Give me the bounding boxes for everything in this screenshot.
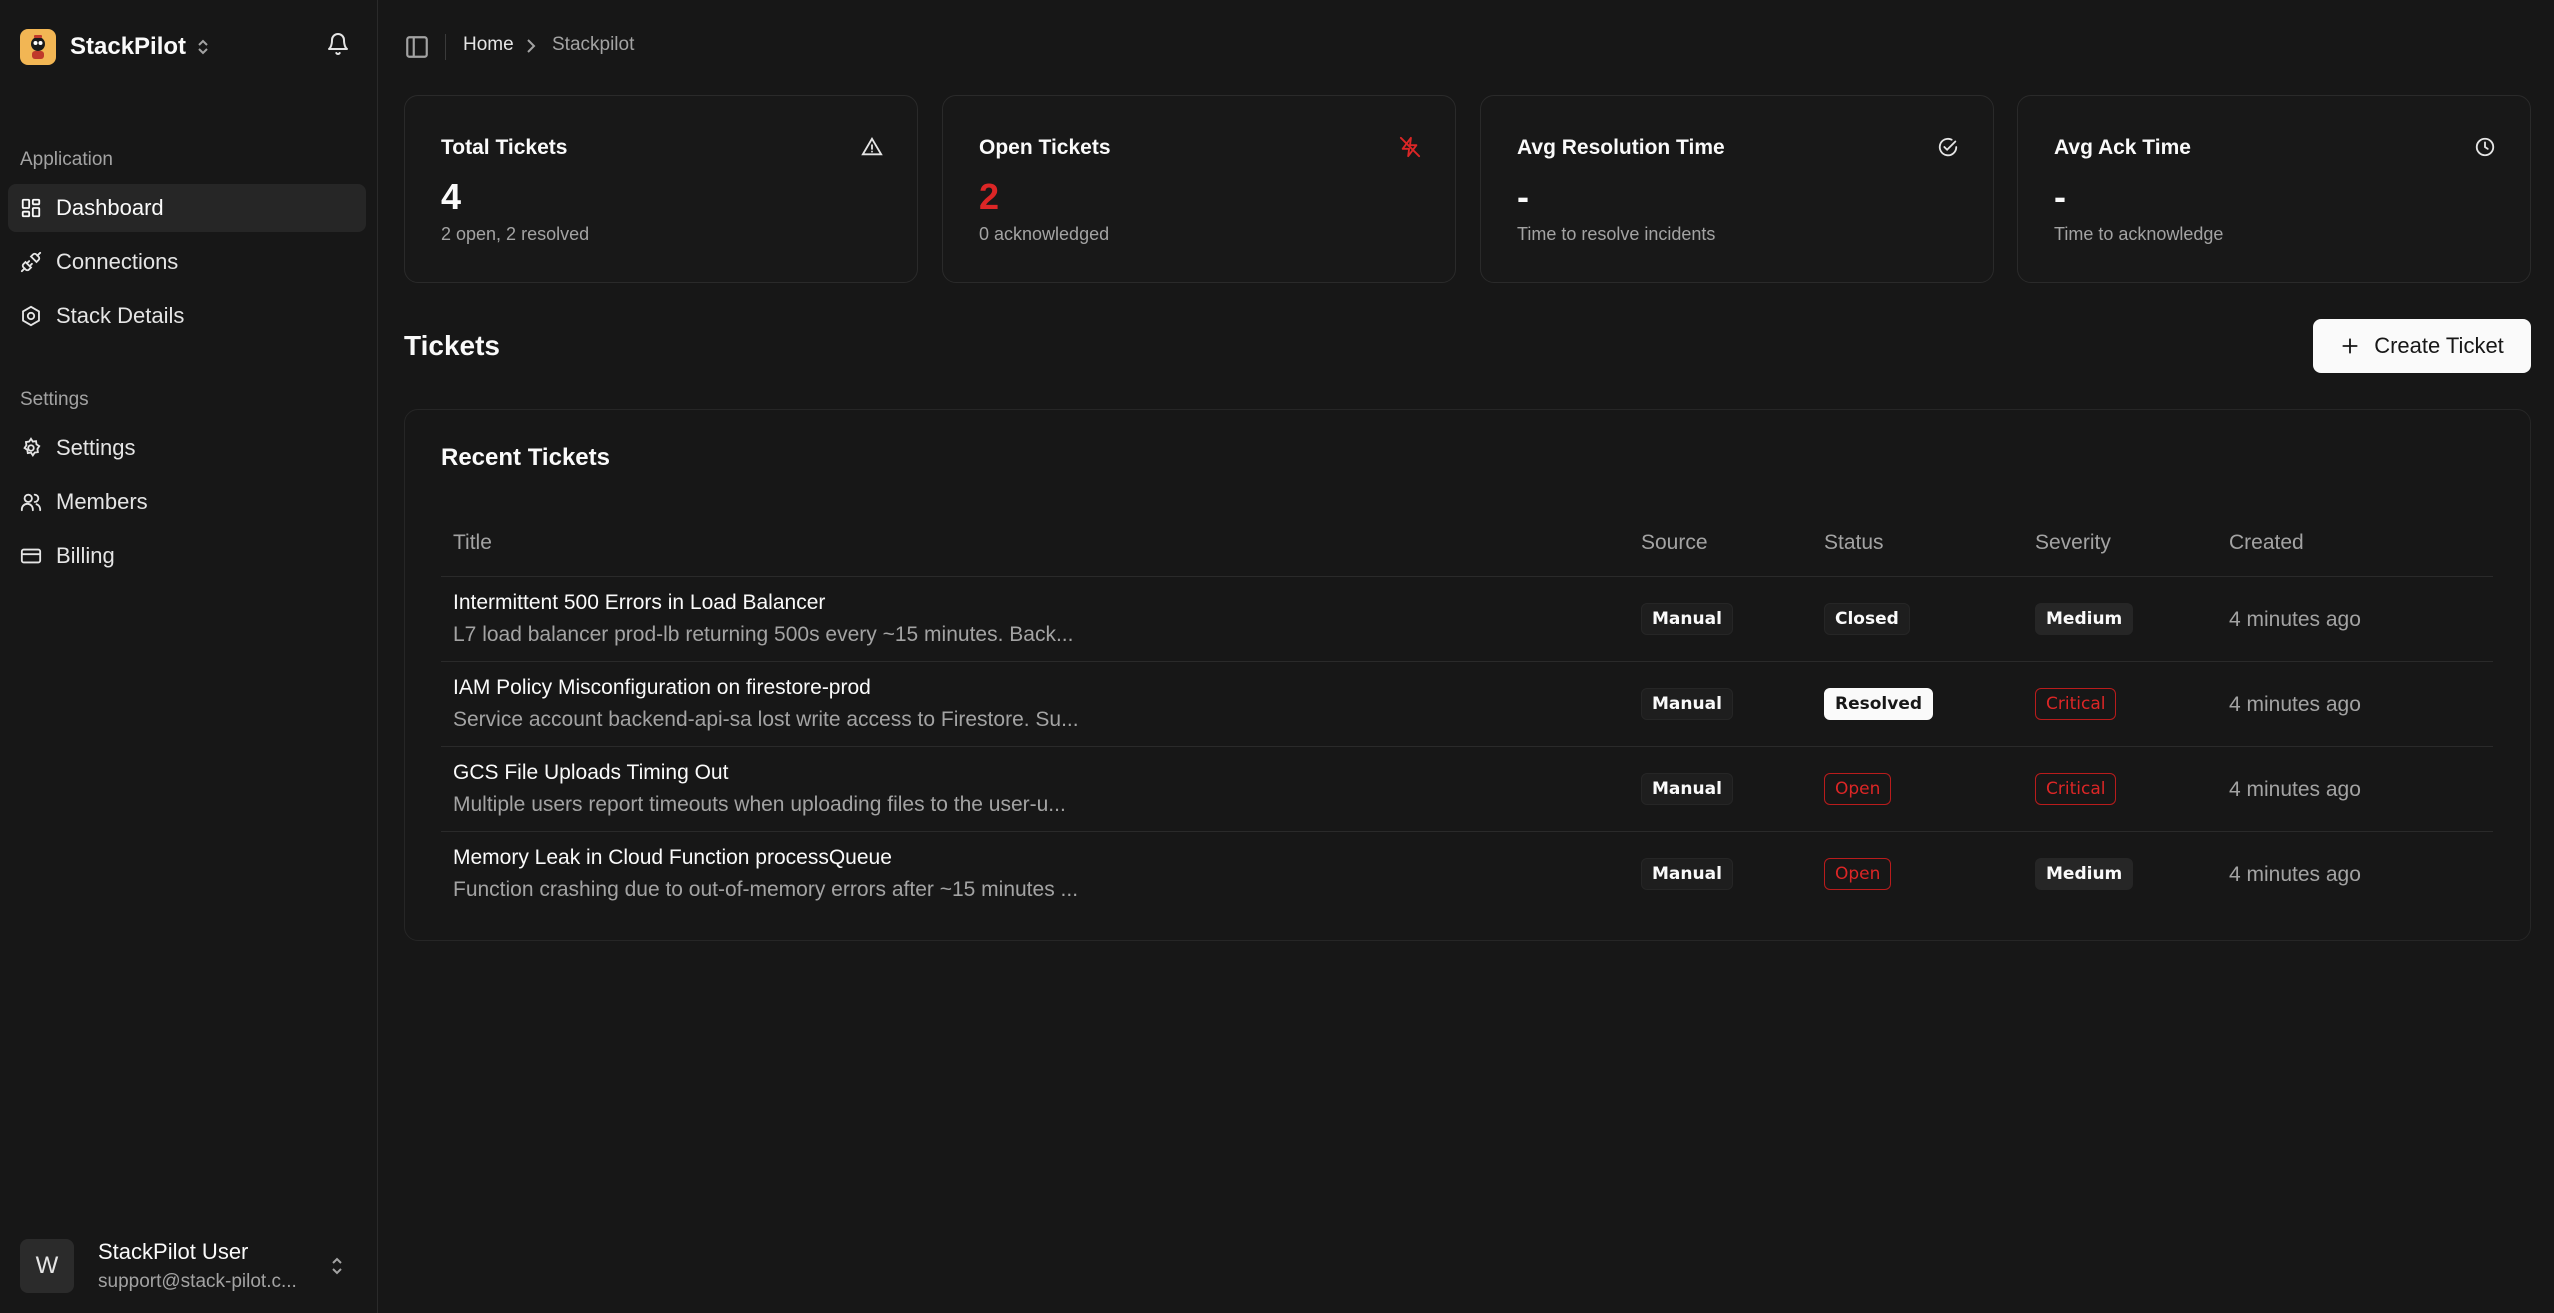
stat-value: 2	[979, 176, 1000, 217]
table-row[interactable]: IAM Policy Misconfiguration on firestore…	[441, 661, 2493, 747]
recent-tickets-panel: Recent Tickets Title Source Status Sever…	[404, 409, 2531, 941]
tickets-table: Title Source Status Severity Created Int…	[441, 510, 2493, 916]
stat-title: Avg Resolution Time	[1517, 136, 1725, 159]
stat-card-total-tickets: Total Tickets 4 2 open, 2 resolved	[404, 95, 918, 283]
brand-logo	[20, 29, 56, 65]
sidebar-item-members[interactable]: Members	[8, 478, 366, 526]
chevron-up-down-icon	[330, 1254, 344, 1278]
panel-title: Recent Tickets	[441, 444, 610, 471]
stat-sub: 0 acknowledged	[979, 224, 1110, 244]
chevron-right-icon	[524, 38, 538, 54]
sidebar-item-connections[interactable]: Connections	[8, 238, 366, 286]
stat-sub: Time to resolve incidents	[1517, 224, 1716, 244]
plug-icon	[20, 251, 42, 273]
status-badge: Resolved	[1824, 687, 1934, 720]
user-name: StackPilot User	[98, 1239, 249, 1264]
column-header-status: Status	[1812, 510, 2023, 577]
status-badge: Open	[1824, 857, 1892, 890]
table-row[interactable]: Memory Leak in Cloud Function processQue…	[441, 831, 2493, 916]
plus-icon	[2340, 336, 2360, 356]
ticket-title: Intermittent 500 Errors in Load Balancer	[453, 590, 826, 614]
stat-value: 4	[441, 176, 462, 217]
hexagon-icon	[20, 305, 42, 327]
source-badge: Manual	[1641, 772, 1733, 805]
divider	[445, 34, 446, 60]
breadcrumb-home[interactable]: Home	[463, 34, 514, 56]
severity-badge: Medium	[2035, 857, 2134, 890]
breadcrumb-current: Stackpilot	[552, 34, 635, 55]
source-badge: Manual	[1641, 857, 1733, 890]
group-label-settings: Settings	[20, 389, 89, 410]
brand-switcher[interactable]: StackPilot	[20, 28, 210, 66]
severity-badge: Critical	[2035, 687, 2117, 720]
table-row[interactable]: Intermittent 500 Errors in Load Balancer…	[441, 576, 2493, 662]
source-badge: Manual	[1641, 687, 1733, 720]
stat-value: -	[1517, 176, 1529, 217]
ticket-title: GCS File Uploads Timing Out	[453, 760, 729, 784]
check-circle-icon	[1937, 136, 1959, 158]
created-time: 4 minutes ago	[2229, 777, 2361, 801]
group-label-application: Application	[20, 149, 113, 170]
sidebar-item-label: Stack Details	[56, 303, 185, 328]
chevron-up-down-icon	[196, 37, 210, 57]
ticket-description: Function crashing due to out-of-memory e…	[453, 877, 1079, 901]
source-badge: Manual	[1641, 602, 1733, 635]
warning-triangle-icon	[861, 136, 883, 158]
sidebar-item-dashboard[interactable]: Dashboard	[8, 184, 366, 232]
stat-sub: 2 open, 2 resolved	[441, 224, 590, 244]
status-badge: Closed	[1824, 602, 1910, 635]
ticket-title: Memory Leak in Cloud Function processQue…	[453, 845, 892, 869]
clock-icon	[2474, 136, 2496, 158]
created-time: 4 minutes ago	[2229, 692, 2361, 716]
ticket-title: IAM Policy Misconfiguration on firestore…	[453, 675, 871, 699]
stat-value: -	[2054, 176, 2066, 217]
created-time: 4 minutes ago	[2229, 862, 2361, 886]
sidebar-item-label: Settings	[56, 435, 136, 460]
credit-card-icon	[20, 545, 42, 567]
table-header-row: Title Source Status Severity Created	[441, 510, 2493, 577]
stat-title: Total Tickets	[441, 136, 568, 159]
sidebar-item-billing[interactable]: Billing	[8, 532, 366, 580]
sidebar-item-label: Billing	[56, 543, 115, 568]
stat-title: Avg Ack Time	[2054, 136, 2191, 159]
sidebar-item-label: Members	[56, 489, 148, 514]
dashboard-icon	[20, 197, 42, 219]
severity-badge: Critical	[2035, 772, 2117, 805]
sidebar-item-label: Dashboard	[56, 195, 164, 220]
stat-card-open-tickets: Open Tickets 2 0 acknowledged	[942, 95, 1456, 283]
column-header-created: Created	[2217, 510, 2493, 577]
bell-icon[interactable]	[326, 32, 350, 56]
users-icon	[20, 491, 42, 513]
stat-card-avg-ack: Avg Ack Time - Time to acknowledge	[2017, 95, 2531, 283]
severity-badge: Medium	[2035, 602, 2134, 635]
ticket-description: Service account backend-api-sa lost writ…	[453, 707, 1079, 731]
user-menu[interactable]: W StackPilot User support@stack-pilot.c.…	[20, 1238, 360, 1294]
ticket-description: Multiple users report timeouts when uplo…	[453, 792, 1066, 816]
ticket-description: L7 load balancer prod-lb returning 500s …	[453, 622, 1074, 646]
zap-off-icon	[1399, 136, 1421, 158]
stat-card-avg-resolution: Avg Resolution Time - Time to resolve in…	[1480, 95, 1994, 283]
brand-name: StackPilot	[70, 33, 187, 60]
sidebar: StackPilot Application Dashboard Connect…	[0, 0, 378, 1313]
sidebar-item-label: Connections	[56, 249, 179, 274]
create-ticket-button[interactable]: Create Ticket	[2313, 319, 2531, 373]
avatar: W	[20, 1239, 74, 1293]
sidebar-item-stack-details[interactable]: Stack Details	[8, 292, 366, 340]
stat-title: Open Tickets	[979, 136, 1111, 159]
table-row[interactable]: GCS File Uploads Timing Out Multiple use…	[441, 746, 2493, 832]
status-badge: Open	[1824, 772, 1892, 805]
sidebar-toggle-icon[interactable]	[404, 34, 430, 60]
user-email: support@stack-pilot.c...	[98, 1271, 297, 1292]
column-header-source: Source	[1629, 510, 1812, 577]
page-title: Tickets	[404, 330, 500, 361]
created-time: 4 minutes ago	[2229, 607, 2361, 631]
column-header-title: Title	[441, 510, 1629, 577]
column-header-severity: Severity	[2023, 510, 2217, 577]
sidebar-item-settings[interactable]: Settings	[8, 424, 366, 472]
gear-icon	[20, 437, 42, 459]
stat-sub: Time to acknowledge	[2054, 224, 2224, 244]
create-ticket-label: Create Ticket	[2374, 333, 2504, 358]
